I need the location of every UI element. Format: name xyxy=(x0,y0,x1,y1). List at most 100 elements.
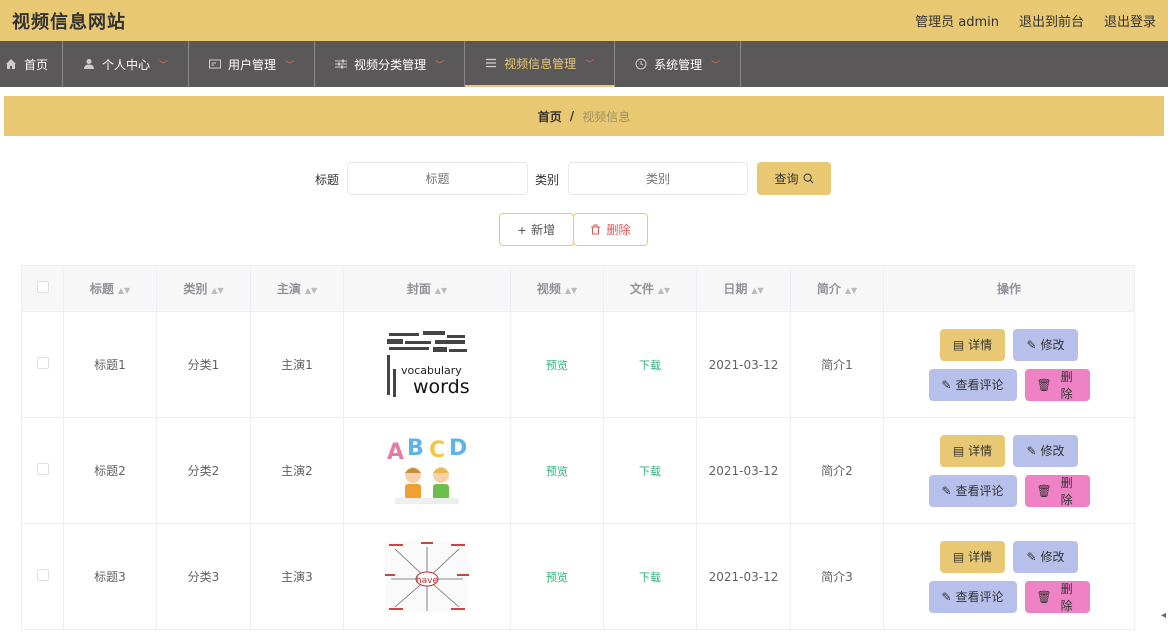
col-header-cover[interactable]: 封面 ▲▼ xyxy=(343,265,511,312)
detail-button-label: 详情 xyxy=(968,444,993,458)
nav-video-info-management[interactable]: 视频信息管理 ﹀ xyxy=(465,41,616,87)
exit-to-front-link[interactable]: 退出到前台 xyxy=(1019,11,1084,30)
sort-icon: ▲▼ xyxy=(304,286,318,295)
edit-button-label: 修改 xyxy=(1040,444,1065,458)
query-button[interactable]: 查询 xyxy=(757,162,831,195)
breadcrumb: 首页 / 视频信息 xyxy=(4,96,1164,136)
col-header-date-label: 日期 xyxy=(723,282,748,296)
chevron-down-icon: ﹀ xyxy=(285,60,295,71)
preview-link[interactable]: 预览 xyxy=(546,465,568,478)
svg-text:words: words xyxy=(413,376,469,398)
col-header-file[interactable]: 文件 ▲▼ xyxy=(603,265,697,312)
cell-cover: ABCD xyxy=(343,417,511,524)
preview-link[interactable]: 预览 xyxy=(546,359,568,372)
category-search-input[interactable] xyxy=(568,162,748,195)
detail-button[interactable]: ▤ 详情 xyxy=(940,434,1005,467)
breadcrumb-home[interactable]: 首页 xyxy=(538,108,562,125)
breadcrumb-separator: / xyxy=(569,109,575,123)
sort-icon: ▲▼ xyxy=(434,286,448,295)
cell-video: 预览 xyxy=(510,311,604,418)
cell-intro: 简介3 xyxy=(790,523,884,630)
download-link[interactable]: 下载 xyxy=(639,359,661,372)
nav-system-management[interactable]: 系统管理 ﹀ xyxy=(615,41,742,87)
pencil-icon: ✎ xyxy=(1026,549,1037,564)
row-delete-label: 删除 xyxy=(1060,581,1073,613)
cover-image: vocabularywords xyxy=(385,328,469,401)
col-header-intro-label: 简介 xyxy=(816,282,841,296)
add-button[interactable]: + 新增 xyxy=(499,213,574,246)
row-delete-button[interactable]: 🗑 删除 xyxy=(1024,474,1090,507)
trash-icon: 🗑 xyxy=(1036,483,1052,498)
cell-title: 标题2 xyxy=(63,417,157,524)
cell-cover: vocabulary words xyxy=(343,311,511,418)
row-delete-button[interactable]: 🗑 删除 xyxy=(1024,368,1090,401)
col-header-title[interactable]: 标题 ▲▼ xyxy=(63,265,157,312)
search-form: 标题 类别 查询 xyxy=(4,162,1150,196)
col-header-category[interactable]: 类别 ▲▼ xyxy=(156,265,251,312)
row-select-cell xyxy=(21,417,64,524)
preview-link[interactable]: 预览 xyxy=(546,571,568,584)
sort-icon: ▲▼ xyxy=(751,286,764,295)
cell-actor: 主演3 xyxy=(250,523,344,630)
nav-user-management-label: 用户管理 xyxy=(228,57,277,72)
row-delete-button[interactable]: 🗑 删除 xyxy=(1024,580,1090,613)
chevron-down-icon: ﹀ xyxy=(159,60,169,71)
detail-button[interactable]: ▤ 详情 xyxy=(940,328,1005,361)
col-header-video[interactable]: 视频 ▲▼ xyxy=(510,265,604,312)
nav-personal-center[interactable]: 个人中心 ﹀ xyxy=(63,41,190,87)
row-checkbox[interactable] xyxy=(36,357,49,369)
edit-button[interactable]: ✎ 修改 xyxy=(1013,328,1078,361)
chevron-down-icon: ﹀ xyxy=(711,60,721,71)
nav-home[interactable]: 首页 xyxy=(0,41,64,87)
cell-title: 标题3 xyxy=(63,523,157,630)
row-select-cell xyxy=(21,311,64,418)
scroll-handle-icon[interactable]: ◂ xyxy=(1161,610,1166,621)
title-search-input[interactable] xyxy=(347,162,528,195)
batch-delete-button[interactable]: 删除 xyxy=(573,213,648,246)
view-comments-label: 查看评论 xyxy=(955,484,1004,498)
batch-delete-label: 删除 xyxy=(606,223,631,237)
document-icon: ▤ xyxy=(952,549,965,564)
video-table: 标题 ▲▼ 类别 ▲▼ 主演 ▲▼ 封面 ▲▼ 视频 ▲▼ 文件 ▲▼ 日期 ▲▼ 简介 ▲▼ … xyxy=(21,265,1135,630)
select-all-checkbox[interactable] xyxy=(36,281,49,293)
edit-button[interactable]: ✎ 修改 xyxy=(1013,540,1078,573)
download-link[interactable]: 下载 xyxy=(639,571,661,584)
view-comments-button[interactable]: ✎ 查看评论 xyxy=(928,474,1017,507)
search-icon xyxy=(803,173,813,184)
cell-date: 2021-03-12 xyxy=(696,523,791,630)
add-button-label: 新增 xyxy=(531,223,556,237)
detail-button-label: 详情 xyxy=(968,550,993,564)
chevron-down-icon: ﹀ xyxy=(435,60,445,71)
col-header-intro[interactable]: 简介 ▲▼ xyxy=(790,265,884,312)
table-row: 标题2 分类2 主演2 A B C D 预览 下载 2021-03-12 简介2 ▤ 详情 ✎ 修改 ✎ 查看评… xyxy=(21,417,1135,524)
cell-category: 分类3 xyxy=(156,523,251,630)
svg-text:C: C xyxy=(429,438,445,463)
cell-date: 2021-03-12 xyxy=(696,311,791,418)
view-comments-button[interactable]: ✎ 查看评论 xyxy=(928,580,1017,613)
row-checkbox[interactable] xyxy=(36,569,49,581)
view-comments-button[interactable]: ✎ 查看评论 xyxy=(928,368,1017,401)
row-checkbox[interactable] xyxy=(36,463,49,475)
pencil-icon: ✎ xyxy=(1026,337,1037,352)
top-bar: 视频信息网站 管理员 admin 退出到前台 退出登录 xyxy=(0,0,1168,41)
col-header-actor[interactable]: 主演 ▲▼ xyxy=(250,265,344,312)
download-link[interactable]: 下载 xyxy=(639,465,661,478)
cell-video: 预览 xyxy=(510,417,604,524)
trash-icon xyxy=(591,224,601,235)
nav-video-category-management[interactable]: 视频分类管理 ﹀ xyxy=(315,41,466,87)
edit-button[interactable]: ✎ 修改 xyxy=(1013,434,1078,467)
nav-home-label: 首页 xyxy=(24,57,49,72)
cover-image: ABCD xyxy=(387,436,467,504)
cell-file: 下载 xyxy=(603,311,697,418)
trash-icon: 🗑 xyxy=(1036,589,1052,604)
cell-file: 下载 xyxy=(603,523,697,630)
nav-user-management[interactable]: 用户管理 ﹀ xyxy=(189,41,316,87)
nav-video-info-label: 视频信息管理 xyxy=(504,56,577,71)
detail-button-label: 详情 xyxy=(968,338,993,352)
table-row: 标题3 分类3 主演3 have 预览 下载 2021-03-12 简介3 ▤ 详情 ✎ 修改 ✎ 查看评… xyxy=(21,523,1135,630)
admin-user-label: 管理员 admin xyxy=(915,15,999,30)
col-header-date[interactable]: 日期 ▲▼ xyxy=(696,265,791,312)
col-header-title-label: 标题 xyxy=(89,282,114,296)
logout-link[interactable]: 退出登录 xyxy=(1104,11,1156,30)
detail-button[interactable]: ▤ 详情 xyxy=(940,540,1005,573)
